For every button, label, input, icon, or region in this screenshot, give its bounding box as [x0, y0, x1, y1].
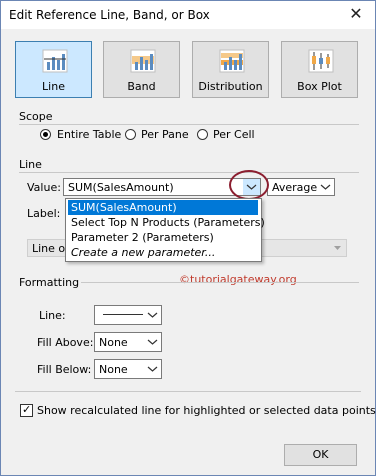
- radio-entire-table-label: Entire Table: [57, 128, 122, 141]
- formatting-divider: [81, 282, 359, 283]
- line-heading: Line: [19, 158, 42, 171]
- line-style-preview: [103, 314, 143, 315]
- formatting-heading: Formatting: [19, 276, 80, 289]
- tab-band[interactable]: Band: [103, 41, 180, 98]
- tab-line-label: Line: [42, 80, 65, 93]
- tab-box-plot-label: Box Plot: [297, 80, 342, 93]
- tab-band-label: Band: [127, 80, 156, 93]
- distribution-chart-icon: [219, 49, 245, 73]
- watermark: ©tutorialgateway.org: [179, 273, 297, 286]
- radio-per-pane-label: Per Pane: [141, 128, 189, 141]
- close-icon[interactable]: ✕: [345, 4, 367, 24]
- chevron-down-icon: [320, 184, 331, 190]
- fill-below-label: Fill Below:: [37, 363, 92, 376]
- recalculated-line-label: Show recalculated line for highlighted o…: [37, 404, 376, 417]
- chevron-down-icon: [147, 339, 158, 345]
- tab-box-plot[interactable]: Box Plot: [281, 41, 358, 98]
- value-dropdown-list: SUM(SalesAmount) Select Top N Products (…: [65, 198, 265, 262]
- radio-per-cell[interactable]: [197, 129, 208, 140]
- fill-below-select[interactable]: None: [94, 359, 162, 379]
- title-bar: Edit Reference Line, Band, or Box ✕: [1, 1, 375, 29]
- aggregation-select[interactable]: Average: [267, 178, 335, 196]
- fill-above-select-text: None: [99, 336, 128, 349]
- dropdown-item-parameter-2[interactable]: Parameter 2 (Parameters): [68, 230, 258, 245]
- reference-line-dialog: Edit Reference Line, Band, or Box ✕ Line: [0, 0, 376, 476]
- radio-per-cell-label: Per Cell: [213, 128, 255, 141]
- line-divider: [19, 172, 359, 173]
- value-select-text: SUM(SalesAmount): [68, 181, 174, 194]
- window-title: Edit Reference Line, Band, or Box: [9, 8, 210, 22]
- chevron-down-icon: [147, 366, 158, 372]
- fill-above-label: Fill Above:: [37, 336, 94, 349]
- scope-divider: [19, 124, 359, 125]
- dropdown-item-sum-salesamount[interactable]: SUM(SalesAmount): [68, 200, 258, 215]
- fill-below-select-text: None: [99, 363, 128, 376]
- chevron-down-icon: [147, 312, 158, 318]
- fill-above-select[interactable]: None: [94, 332, 162, 352]
- radio-per-pane[interactable]: [125, 129, 136, 140]
- check-icon: ✓: [22, 403, 32, 416]
- tab-line[interactable]: Line: [15, 41, 92, 98]
- dropdown-item-create-parameter[interactable]: Create a new parameter...: [68, 245, 258, 260]
- box-plot-chart-icon: [308, 49, 334, 73]
- line-style-label: Line:: [39, 309, 66, 322]
- annotation-circle: [229, 170, 269, 200]
- tab-distribution[interactable]: Distribution: [192, 41, 269, 98]
- scope-heading: Scope: [19, 110, 53, 123]
- recalculated-line-checkbox[interactable]: ✓: [20, 403, 33, 417]
- label-label: Label:: [27, 207, 61, 220]
- ok-button[interactable]: OK: [284, 444, 357, 466]
- line-chart-icon: [42, 49, 68, 73]
- radio-entire-table[interactable]: [40, 129, 51, 140]
- footer-divider: [15, 391, 361, 392]
- value-label: Value:: [27, 181, 61, 194]
- dropdown-item-top-n-products[interactable]: Select Top N Products (Parameters): [68, 215, 265, 230]
- aggregation-select-text: Average: [272, 181, 318, 194]
- line-style-select[interactable]: [94, 305, 162, 325]
- chevron-down-icon: [334, 246, 341, 250]
- tab-distribution-label: Distribution: [198, 80, 263, 93]
- band-chart-icon: [130, 49, 156, 73]
